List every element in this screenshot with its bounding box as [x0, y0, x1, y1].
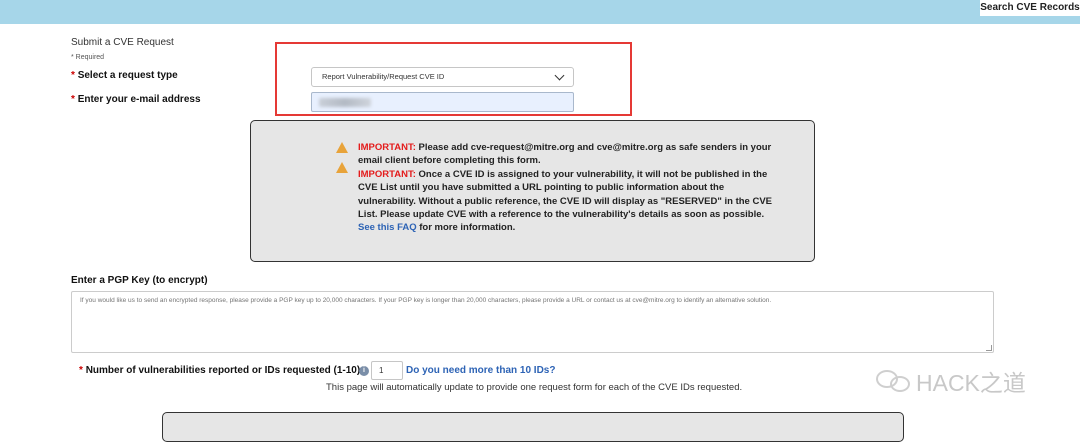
form-title: Submit a CVE Request — [71, 37, 174, 48]
chevron-down-icon — [554, 70, 565, 80]
required-note: * Required — [71, 54, 105, 61]
important-tag: IMPORTANT: — [358, 142, 416, 153]
request-type-select[interactable]: Report Vulnerability/Request CVE ID — [311, 67, 574, 87]
watermark-text: HACK之道 — [916, 370, 1026, 396]
email-input[interactable] — [311, 92, 574, 112]
pgp-label: Enter a PGP Key (to encrypt) — [71, 275, 208, 286]
notice-line-1: Please add cve-request@mitre.org and cve… — [358, 142, 772, 167]
important-tag: IMPORTANT: — [358, 168, 416, 180]
warning-icon — [336, 162, 348, 173]
top-bar: Search CVE Records — [0, 0, 1080, 24]
wechat-logo-icon — [876, 368, 912, 394]
info-icon[interactable]: i — [359, 366, 369, 376]
vuln-count-input[interactable]: 1 — [371, 361, 403, 380]
auto-update-note: This page will automatically update to p… — [326, 382, 743, 393]
vuln-count-label: * Number of vulnerabilities reported or … — [79, 365, 360, 376]
required-star: * — [79, 365, 83, 376]
redacted-email — [319, 98, 371, 107]
resize-handle[interactable] — [986, 345, 992, 351]
request-form-box — [162, 412, 904, 442]
required-star: * — [71, 94, 75, 105]
pgp-key-textarea[interactable] — [71, 291, 994, 353]
request-type-label-text: Select a request type — [77, 70, 178, 81]
email-label: * Enter your e-mail address — [71, 94, 201, 105]
notice-line-2: Once a CVE ID is assigned to your vulner… — [358, 168, 772, 221]
notice-text: IMPORTANT: Please add cve-request@mitre.… — [358, 141, 778, 235]
watermark: HACK之道 — [876, 364, 1026, 398]
request-type-value: Report Vulnerability/Request CVE ID — [322, 72, 445, 81]
request-type-label: * Select a request type — [71, 70, 178, 81]
search-cve-records-button[interactable]: Search CVE Records — [980, 0, 1080, 16]
faq-link[interactable]: See this FAQ — [358, 222, 417, 233]
email-label-text: Enter your e-mail address — [77, 94, 201, 105]
vuln-count-label-text: Number of vulnerabilities reported or ID… — [85, 365, 361, 376]
warning-icon — [336, 142, 348, 153]
more-ids-link[interactable]: Do you need more than 10 IDs? — [406, 365, 555, 376]
required-star: * — [71, 70, 75, 81]
notice-tail: for more information. — [419, 222, 516, 234]
